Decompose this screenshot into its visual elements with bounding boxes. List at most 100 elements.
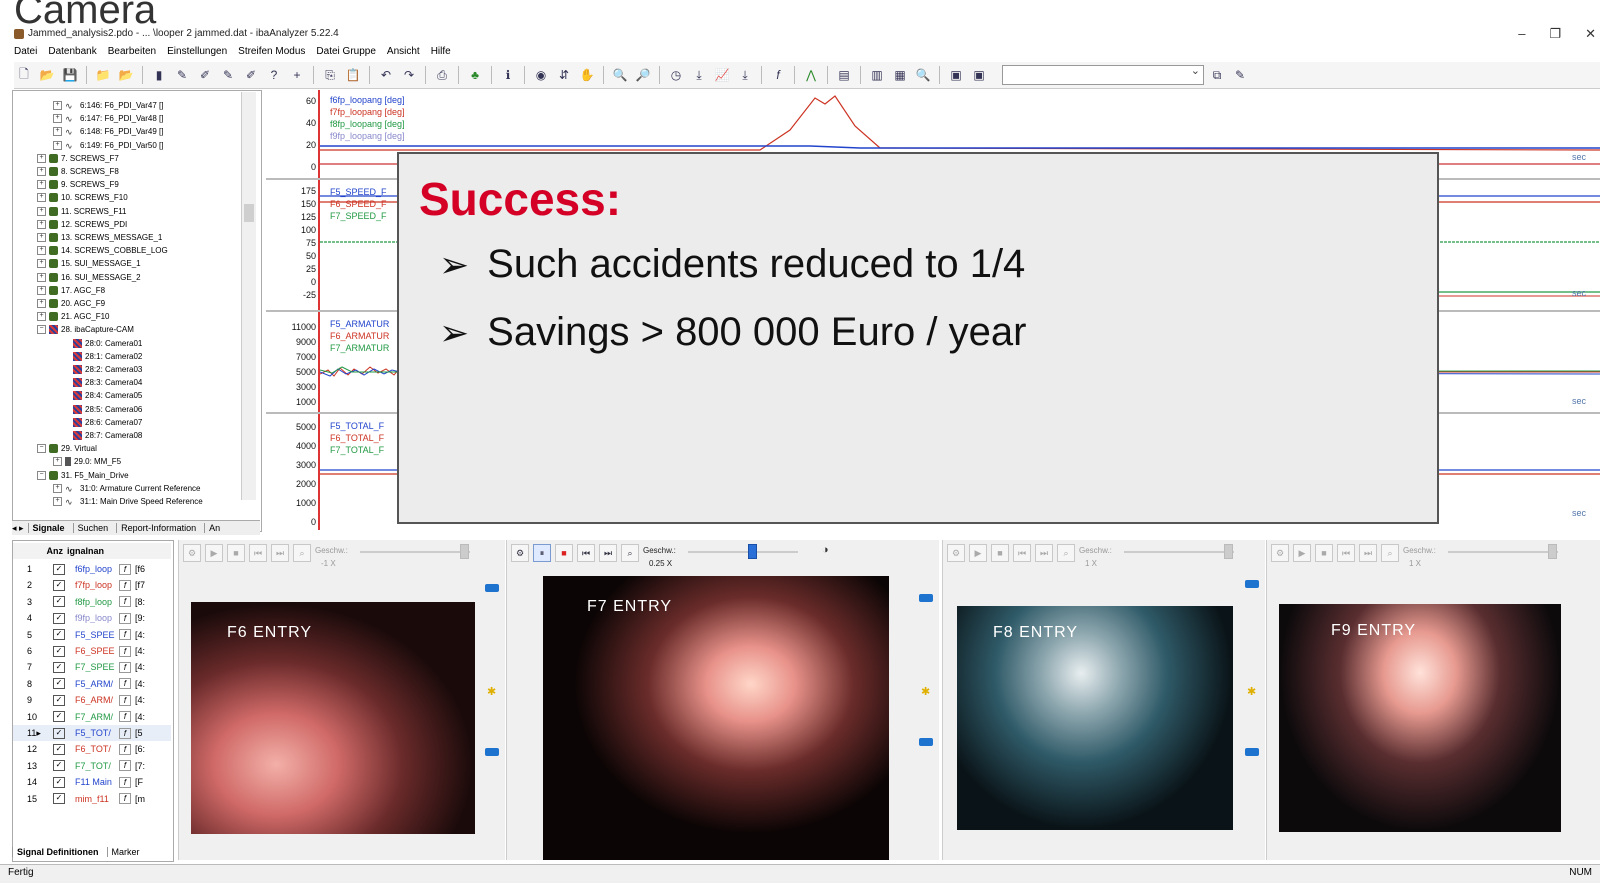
skip-forward-icon[interactable]: ⏭ — [1035, 544, 1053, 562]
open-folder-icon[interactable]: 📂 — [37, 66, 57, 84]
expression-editor-icon[interactable]: f — [119, 760, 131, 772]
tree-item[interactable]: +13. SCREWS_MESSAGE_1 — [37, 231, 162, 244]
save-icon[interactable]: 💾 — [60, 66, 80, 84]
expand-toggle-icon[interactable]: + — [53, 483, 62, 493]
tree-item[interactable]: 28:3: Camera04 — [61, 376, 142, 389]
layout-icon-2[interactable]: ▣ — [969, 66, 989, 84]
tree-item[interactable]: +9. SCREWS_F9 — [37, 178, 119, 191]
expand-toggle-icon[interactable]: + — [37, 312, 46, 322]
signal-name[interactable]: F5_SPEE — [75, 630, 117, 640]
expression-editor-icon[interactable]: f — [119, 596, 131, 608]
toolbar-action-icon[interactable]: ⧉ — [1207, 66, 1227, 84]
page-setup-icon[interactable]: ▦ — [890, 66, 910, 84]
toolbar-action-icon-2[interactable]: ✎ — [1230, 66, 1250, 84]
expression-editor-icon[interactable]: f — [119, 612, 131, 624]
function-icon[interactable]: f — [768, 66, 788, 84]
tree-scrollbar[interactable] — [241, 92, 256, 500]
skip-back-icon[interactable]: ⏮ — [1013, 544, 1031, 562]
tree-item[interactable]: +10. SCREWS_F10 — [37, 191, 128, 204]
table-row[interactable]: 1 ✓ f6fp_loop f [f6 — [13, 561, 171, 577]
minimize-button[interactable]: – — [1518, 26, 1525, 42]
preview-icon[interactable]: 🔍 — [913, 66, 933, 84]
slider-thumb[interactable] — [459, 544, 469, 559]
layout-icon[interactable]: ▣ — [946, 66, 966, 84]
tree-item[interactable]: 28:6: Camera07 — [61, 416, 142, 429]
expression-editor-icon[interactable]: f — [119, 563, 131, 575]
camera-video-frame[interactable]: F8 ENTRY — [957, 606, 1233, 830]
tree-item[interactable]: + ∿ 31:0: Armature Current Reference — [53, 482, 201, 495]
speed-slider[interactable] — [687, 544, 798, 559]
timeline-marker-end[interactable] — [485, 748, 499, 756]
signal-visible-checkbox[interactable]: ✓ — [53, 711, 65, 723]
table-row[interactable]: 5 ✓ F5_SPEE f [4: — [13, 627, 171, 643]
expand-toggle-icon[interactable]: + — [53, 101, 62, 110]
slider-thumb[interactable] — [747, 544, 757, 559]
zoom-in-icon[interactable]: 🔍 — [610, 66, 630, 84]
menu-ansicht[interactable]: Ansicht — [387, 46, 420, 57]
expand-toggle-icon[interactable]: + — [37, 167, 46, 176]
skip-forward-icon[interactable]: ⏭ — [271, 544, 289, 562]
tab-suchen[interactable]: Suchen — [72, 523, 113, 533]
expression-editor-icon[interactable]: f — [119, 711, 131, 723]
table-row[interactable]: 12 ✓ F6_TOT/f [6: — [13, 741, 171, 757]
timeline-marker-start[interactable] — [485, 584, 499, 592]
tree-scrollbar-thumb[interactable] — [244, 204, 254, 222]
tree-item[interactable]: 28:5: Camera06 — [61, 403, 142, 416]
tree-item[interactable]: +29.0: MM_F5 — [53, 455, 121, 468]
stop-icon[interactable]: ■ — [1315, 544, 1333, 562]
table-row[interactable]: 11▸ ✓ F5_TOT/f [5 — [13, 725, 171, 741]
hand-icon[interactable]: ✋ — [577, 66, 597, 84]
play-icon[interactable]: ▶ — [969, 544, 987, 562]
expression-editor-icon[interactable]: f — [119, 645, 131, 657]
tree-item[interactable]: +17. AGC_F8 — [37, 284, 105, 297]
tree-item[interactable]: +14. SCREWS_COBBLE_LOG — [37, 244, 168, 257]
play-icon[interactable]: ▶ — [1293, 544, 1311, 562]
expand-toggle-icon[interactable]: + — [37, 285, 46, 295]
tab-signale[interactable]: Signale — [27, 523, 69, 533]
zoom-icon[interactable]: ⌕ — [621, 544, 639, 562]
expression-editor-icon[interactable]: f — [119, 743, 131, 755]
globe-icon[interactable]: ◉ — [531, 66, 551, 84]
expand-toggle-icon[interactable]: − — [37, 470, 46, 480]
tree-item[interactable]: +20. AGC_F9 — [37, 297, 105, 310]
menu-hilfe[interactable]: Hilfe — [431, 46, 451, 57]
expand-toggle-icon[interactable]: + — [53, 114, 62, 124]
edit-icon-4[interactable]: ✐ — [241, 66, 261, 84]
tab-nav-arrows[interactable]: ◂ ▸ — [12, 523, 24, 534]
info-icon[interactable]: ℹ — [498, 66, 518, 84]
tab-report-information[interactable]: Report-Information — [116, 523, 200, 533]
timeline-marker-end[interactable] — [919, 738, 933, 746]
expand-toggle-icon[interactable]: + — [53, 127, 62, 137]
tree-item[interactable]: +16. SUI_MESSAGE_2 — [37, 271, 141, 284]
print-icon[interactable]: ⎙ — [432, 66, 452, 84]
report-icon[interactable]: ▤ — [834, 66, 854, 84]
skip-back-icon[interactable]: ⏮ — [1337, 544, 1355, 562]
tree-item[interactable]: 28:1: Camera02 — [61, 350, 142, 363]
add-signal-icon[interactable]: + — [287, 66, 307, 84]
signal-name[interactable]: F7_ARM/ — [75, 712, 117, 722]
slider-thumb[interactable] — [1223, 544, 1233, 559]
expand-toggle-icon[interactable]: + — [37, 246, 46, 256]
brightness-icon[interactable]: ◑ — [822, 544, 829, 556]
expression-editor-icon[interactable]: f — [119, 694, 131, 706]
signal-name[interactable]: f7fp_loop — [75, 580, 117, 590]
redo-icon[interactable]: ↷ — [399, 66, 419, 84]
expression-editor-icon[interactable]: f — [119, 579, 131, 591]
camera-video-frame[interactable]: F7 ENTRY — [543, 576, 889, 860]
signal-name[interactable]: F5_TOT/ — [75, 728, 117, 738]
zoom-out-icon[interactable]: 🔎 — [633, 66, 653, 84]
tree-item[interactable]: +7. SCREWS_F7 — [37, 152, 119, 165]
restore-button[interactable]: ❐ — [1549, 26, 1561, 42]
download-icon[interactable]: ⤓ — [689, 66, 709, 84]
download-icon-2[interactable]: ⤓ — [735, 66, 755, 84]
menu-streifen-modus[interactable]: Streifen Modus — [238, 46, 305, 57]
play-icon[interactable]: ▶ — [205, 544, 223, 562]
expand-toggle-icon[interactable]: + — [37, 193, 46, 203]
expression-editor-icon[interactable]: f — [119, 793, 131, 805]
slider-thumb[interactable] — [1547, 544, 1557, 559]
signal-visible-checkbox[interactable]: ✓ — [53, 579, 65, 591]
expand-toggle-icon[interactable]: + — [37, 206, 46, 216]
tree-item[interactable]: + ∿ 6:147: F6_PDI_Var48 [] — [53, 112, 163, 125]
signal-visible-checkbox[interactable]: ✓ — [53, 629, 65, 641]
tree-item[interactable]: − 29. Virtual — [37, 442, 97, 455]
